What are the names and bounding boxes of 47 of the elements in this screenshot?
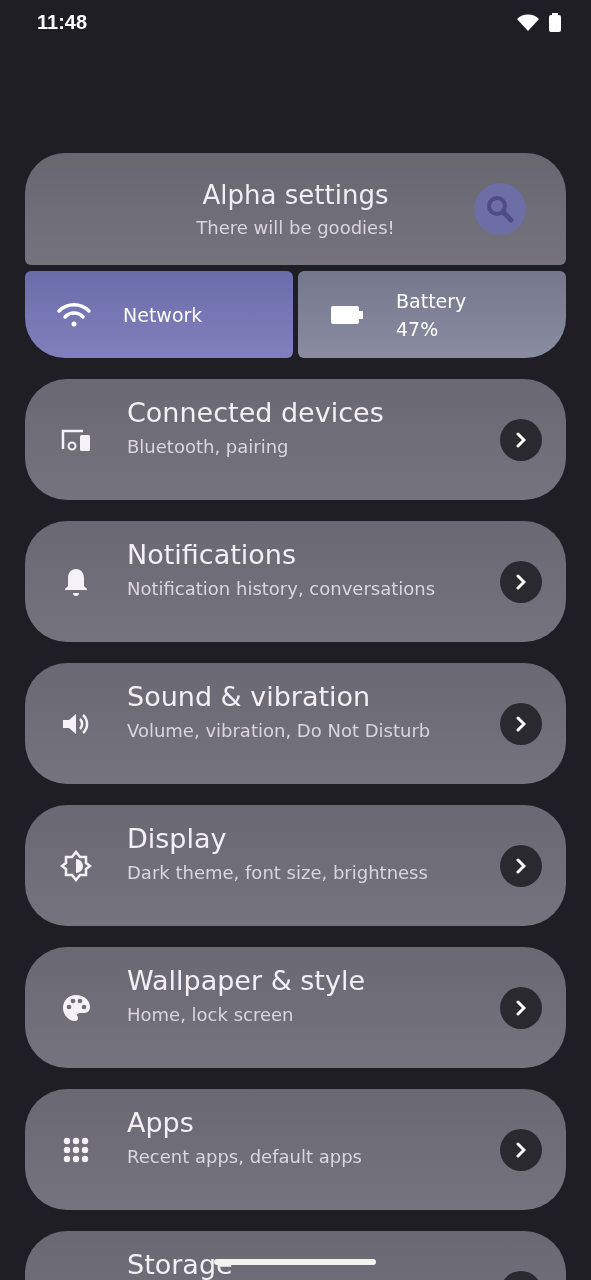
- chevron-button[interactable]: [500, 418, 542, 461]
- quick-tile[interactable]: Battery 47%: [298, 271, 566, 358]
- chevron-icon: [516, 573, 526, 590]
- settings-item[interactable]: Apps Recent apps, default apps: [25, 1089, 566, 1210]
- settings-item[interactable]: Wallpaper & style Home, lock screen: [25, 947, 566, 1068]
- chevron-button[interactable]: [500, 1128, 542, 1171]
- status-time: 11:48: [37, 10, 88, 34]
- chevron-icon: [516, 715, 526, 732]
- bell-icon: [63, 566, 89, 597]
- settings-item[interactable]: Notifications Notification history, conversations: [25, 521, 566, 642]
- brightness-icon: [60, 849, 92, 882]
- page-subtitle: There will be goodies!: [196, 217, 395, 239]
- item-title: Notifications: [127, 540, 296, 570]
- battery-icon: [549, 12, 561, 32]
- tile-value: 47%: [396, 317, 440, 340]
- item-title: Display: [127, 824, 227, 854]
- wifi-icon: [517, 13, 539, 31]
- tile-label: Battery: [396, 289, 467, 312]
- item-title: Apps: [127, 1108, 194, 1138]
- palette-icon: [61, 992, 91, 1023]
- page-title: Alpha settings: [202, 179, 389, 212]
- chevron-icon: [516, 431, 526, 448]
- item-title: Wallpaper & style: [127, 966, 366, 996]
- chevron-button[interactable]: [500, 986, 542, 1029]
- item-subtitle: Dark theme, font size, brightness: [127, 861, 428, 883]
- search-icon: [485, 194, 515, 224]
- item-subtitle: Notification history, conversations: [127, 577, 436, 599]
- quick-tile[interactable]: Network: [25, 271, 293, 358]
- chevron-button[interactable]: [500, 560, 542, 603]
- battery-icon: [331, 305, 363, 324]
- wifi-icon: [56, 300, 92, 329]
- chevron-button[interactable]: [500, 844, 542, 887]
- chevron-icon: [516, 857, 526, 874]
- chevron-icon: [516, 999, 526, 1016]
- item-title: Connected devices: [127, 398, 384, 428]
- grid-icon: [63, 1136, 89, 1163]
- tile-label: Network: [123, 303, 203, 326]
- item-subtitle: Volume, vibration, Do Not Disturb: [127, 719, 431, 741]
- chevron-icon: [516, 1141, 526, 1158]
- item-subtitle: Bluetooth, pairing: [127, 435, 289, 457]
- item-title: Sound & vibration: [127, 682, 371, 712]
- item-subtitle: Home, lock screen: [127, 1003, 294, 1025]
- item-subtitle: Recent apps, default apps: [127, 1145, 362, 1167]
- chevron-button[interactable]: [500, 702, 542, 745]
- settings-item[interactable]: Sound & vibration Volume, vibration, Do Not Disturb: [25, 663, 566, 784]
- settings-item[interactable]: Connected devices Bluetooth, pairing: [25, 379, 566, 500]
- settings-item[interactable]: Display Dark theme, font size, brightness: [25, 805, 566, 926]
